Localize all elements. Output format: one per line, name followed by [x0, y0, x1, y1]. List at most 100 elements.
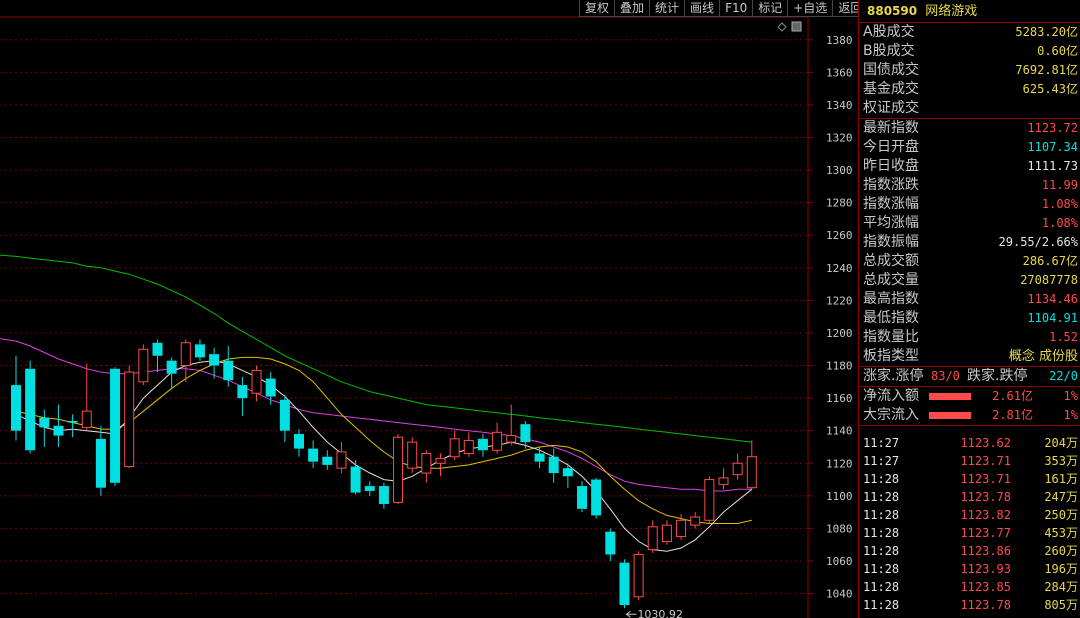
index-name: 网络游戏 — [925, 4, 978, 19]
stat-row: 今日开盘 1107.34 — [863, 139, 1078, 155]
flow-bar — [929, 412, 971, 419]
candle-body — [209, 354, 220, 366]
panel-toggle-icon — [791, 21, 802, 32]
candle-body — [506, 435, 517, 443]
turnover-row: B股成交 0.60亿 — [863, 43, 1078, 59]
candle-body — [421, 452, 432, 474]
candle-body — [166, 360, 177, 374]
kline-chart[interactable]: 1040 1060 1080 1100 1120 1140 1160 1180 1200 1220… — [0, 0, 858, 618]
candle-body — [152, 342, 163, 356]
candle-body — [407, 441, 418, 469]
tick-row: 11:28 1123.77 453万 — [863, 526, 1078, 540]
turnover-row: 基金成交 625.43亿 — [863, 81, 1078, 97]
candle-body — [605, 531, 616, 555]
candle-body — [534, 453, 545, 462]
candle-body — [435, 457, 446, 464]
tick-row: 11:28 1123.78 805万 — [863, 598, 1078, 612]
y-tick-label: 1200 — [826, 327, 853, 340]
candle-body — [124, 371, 135, 468]
candle-body — [477, 438, 488, 451]
stat-row: 最高指数 1134.46 — [863, 291, 1078, 307]
candle-body — [619, 562, 630, 605]
stat-row: 最低指数 1104.91 — [863, 310, 1078, 326]
toolbar-f10-button[interactable]: F10 — [719, 0, 753, 17]
candle-body — [591, 479, 602, 516]
candle-body — [704, 479, 715, 521]
tick-row: 11:27 1123.62 204万 — [863, 436, 1078, 450]
advance-decline-row: 涨家.涨停 83/0 跌家.跌停 22/0 — [859, 367, 1080, 387]
candle-body — [39, 417, 50, 428]
turnover-row: A股成交 5283.20亿 — [863, 24, 1078, 40]
quote-panel: 880590 网络游戏 A股成交 5283.20亿 B股成交 0.60亿 国债成交 7… — [858, 0, 1080, 618]
stat-row: 板指类型 概念 成份股 — [863, 348, 1078, 364]
stat-row: 指数振幅 29.55/2.66% — [863, 234, 1078, 250]
candle-body — [548, 456, 559, 474]
stat-row: 指数涨幅 1.08% — [863, 196, 1078, 212]
candle-body — [308, 448, 319, 462]
tick-row: 11:28 1123.71 161万 — [863, 472, 1078, 486]
turnover-row: 国债成交 7692.81亿 — [863, 62, 1078, 78]
y-tick-label: 1220 — [826, 294, 853, 307]
index-code: 880590 — [867, 4, 918, 18]
candle-body — [449, 438, 460, 458]
y-tick-label: 1280 — [826, 197, 853, 210]
candle-body — [95, 438, 106, 488]
fund-flow-row: 大宗流入 2.81亿 1% — [863, 407, 1078, 423]
toolbar-stats-button[interactable]: 统计 — [649, 0, 685, 17]
stat-row: 总成交量 27087778 — [863, 272, 1078, 288]
candle-body — [562, 468, 573, 477]
y-tick-label: 1340 — [826, 99, 853, 112]
candle-body — [336, 451, 347, 469]
turnover-row: 权证成交 — [863, 100, 919, 116]
toolbar-overlay-button[interactable]: 叠加 — [614, 0, 650, 17]
candle-body — [676, 519, 687, 538]
candle-body — [138, 348, 149, 383]
candle-body — [81, 410, 92, 428]
stat-row: 平均涨幅 1.08% — [863, 215, 1078, 231]
flow-bar — [929, 393, 971, 400]
fund-flow-row: 净流入额 2.61亿 1% — [863, 388, 1078, 404]
y-tick-label: 1100 — [826, 490, 853, 503]
candle-body — [378, 486, 389, 504]
tick-row: 11:27 1123.71 353万 — [863, 454, 1078, 468]
candle-body — [647, 526, 658, 551]
candle-body — [180, 342, 191, 367]
candle-body — [690, 516, 701, 526]
stats-section: 最新指数 1123.72 今日开盘 1107.34 昨日收盘 1111.73 指数涨跌… — [859, 119, 1080, 367]
chart-toolbar: 复权 叠加 统计 画线 F10 标记 +自选 返回 — [579, 0, 868, 17]
diamond-icon — [777, 22, 787, 32]
y-tick-label: 1300 — [826, 164, 853, 177]
y-tick-label: 1380 — [826, 34, 853, 47]
y-tick-label: 1120 — [826, 457, 853, 470]
toolbar-fq-button[interactable]: 复权 — [579, 0, 615, 17]
candle-body — [633, 553, 644, 598]
y-tick-label: 1240 — [826, 262, 853, 275]
y-tick-label: 1080 — [826, 522, 853, 535]
toolbar-draw-button[interactable]: 画线 — [684, 0, 720, 17]
toolbar-mark-button[interactable]: 标记 — [752, 0, 788, 17]
stat-row: 指数涨跌 11.99 — [863, 177, 1078, 193]
stat-row: 昨日收盘 1111.73 — [863, 158, 1078, 174]
candle-body — [53, 425, 64, 436]
candle-body — [520, 424, 531, 443]
tick-row: 11:28 1123.78 247万 — [863, 490, 1078, 504]
candle-body — [251, 369, 262, 394]
tick-row: 11:28 1123.93 196万 — [863, 562, 1078, 576]
candle-body — [194, 344, 205, 358]
toolbar-add-watchlist-button[interactable]: +自选 — [787, 0, 833, 17]
y-tick-label: 1060 — [826, 555, 853, 568]
fund-flow-section: 净流入额 2.61亿 1% 大宗流入 2.81亿 1% — [859, 387, 1080, 426]
turnover-section: A股成交 5283.20亿 B股成交 0.60亿 国债成交 7692.81亿 基金成交… — [859, 23, 1080, 119]
candle-body — [294, 433, 304, 449]
candle-body — [746, 456, 757, 489]
tick-list[interactable]: 11:27 1123.62 204万 11:27 1123.71 353万 11:28 1… — [859, 434, 1080, 614]
tick-row: 11:28 1123.85 284万 — [863, 580, 1078, 594]
candle-body — [67, 420, 78, 423]
candle-body — [265, 378, 276, 397]
candle-body — [279, 399, 290, 431]
candle-body — [223, 360, 234, 381]
y-tick-label: 1260 — [826, 229, 853, 242]
tick-row: 11:28 1123.86 260万 — [863, 544, 1078, 558]
candle-body — [364, 486, 375, 491]
stat-row: 最新指数 1123.72 — [863, 120, 1078, 136]
